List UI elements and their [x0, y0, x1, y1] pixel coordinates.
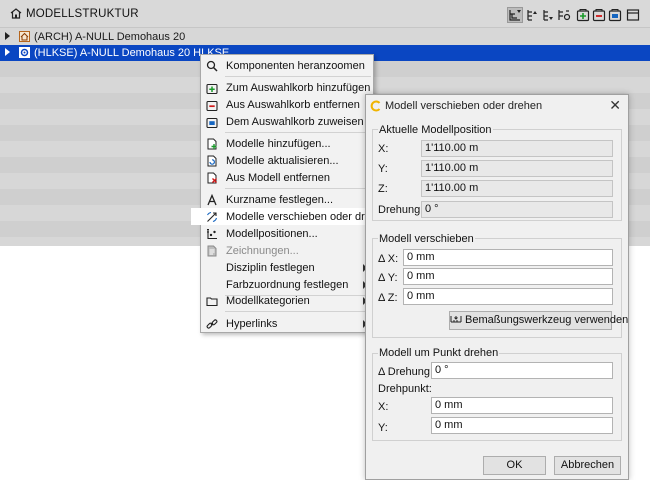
hierarchy-settings-icon[interactable]	[557, 8, 571, 22]
current-position-label: Aktuelle Modellposition	[378, 124, 493, 136]
current-x-field: 1'110.00 m	[421, 140, 613, 157]
dialog-logo-icon	[370, 100, 382, 112]
move-rotate-icon	[206, 211, 218, 223]
current-x-label: X:	[378, 143, 389, 155]
menu-item-basket-assign[interactable]: Dem Auswahlkorb zuweisen	[201, 113, 373, 130]
drawing-icon	[206, 245, 218, 257]
house-icon	[10, 8, 22, 19]
delta-rotation-input[interactable]: 0 °	[431, 362, 613, 379]
model-row-label: (ARCH) A-NULL Demohaus 20	[34, 31, 186, 43]
model-remove-icon	[206, 172, 218, 184]
menu-item-short-name[interactable]: Kurzname festlegen...	[201, 191, 373, 208]
menu-item-hyperlinks[interactable]: Hyperlinks	[201, 315, 373, 332]
current-rotation-label: Drehung:	[378, 204, 424, 216]
delta-y-label: Δ Y:	[378, 272, 398, 284]
menu-item-basket-add[interactable]: Zum Auswahlkorb hinzufügen	[201, 79, 373, 96]
menu-item-basket-remove[interactable]: Aus Auswahlkorb entfernen	[201, 96, 373, 113]
move-rotate-dialog: Modell verschieben oder drehen ✕ Aktuell…	[365, 94, 629, 480]
ok-button[interactable]: OK	[483, 456, 546, 475]
delta-y-input[interactable]: 0 mm	[403, 268, 613, 285]
menu-item-remove-from-model[interactable]: Aus Modell entfernen	[201, 169, 373, 186]
context-menu: Komponenten heranzoomen Zum Auswahlkorb …	[191, 54, 398, 333]
menu-item-model-positions[interactable]: Modellpositionen...	[201, 225, 373, 242]
menu-separator	[225, 188, 371, 189]
current-z-label: Z:	[378, 183, 388, 195]
basket-assign-icon	[206, 116, 218, 128]
basket-add-icon	[206, 82, 218, 94]
basket-remove-icon[interactable]	[592, 8, 606, 22]
menu-item-color-assignment[interactable]: Farbzuordnung festlegen	[201, 276, 373, 293]
rotate-group-label: Modell um Punkt drehen	[378, 347, 500, 359]
gear-model-icon	[19, 47, 30, 58]
menu-item-set-discipline[interactable]: Disziplin festlegen	[201, 259, 373, 276]
current-z-field: 1'110.00 m	[421, 180, 613, 197]
menu-separator	[225, 132, 371, 133]
menu-item-add-models[interactable]: Modelle hinzufügen...	[201, 135, 373, 152]
current-rotation-field: 0 °	[421, 201, 613, 218]
refresh-icon	[206, 155, 218, 167]
pivot-x-input[interactable]: 0 mm	[431, 397, 613, 414]
folder-icon	[206, 295, 218, 307]
menu-item-zoom-components[interactable]: Komponenten heranzoomen	[201, 57, 373, 74]
menu-item-model-categories[interactable]: Modellkategorien	[201, 292, 373, 309]
delta-z-input[interactable]: 0 mm	[403, 288, 613, 305]
delta-z-label: Δ Z:	[378, 292, 398, 304]
pivot-y-label: Y:	[378, 422, 388, 434]
delta-rotation-label: Δ Drehung:	[378, 366, 434, 378]
hierarchy-up-icon[interactable]	[525, 8, 539, 22]
link-icon	[206, 318, 218, 330]
delta-x-label: Δ X:	[378, 253, 399, 265]
move-group-label: Modell verschieben	[378, 233, 475, 245]
pivot-x-label: X:	[378, 401, 389, 413]
pivot-label: Drehpunkt:	[378, 383, 432, 395]
expand-arrow-icon[interactable]	[5, 32, 10, 40]
positions-icon	[206, 228, 218, 240]
model-add-icon	[206, 138, 218, 150]
window-icon[interactable]	[626, 8, 640, 22]
measure-tool-label: Bemaßungswerkzeug verwenden	[465, 314, 629, 326]
house-model-icon	[19, 31, 30, 42]
panel-title: MODELLSTRUKTUR	[26, 8, 139, 20]
search-icon	[206, 60, 218, 72]
dialog-title-bar[interactable]: Modell verschieben oder drehen ✕	[366, 95, 628, 117]
cancel-button[interactable]: Abbrechen	[554, 456, 621, 475]
text-icon	[206, 194, 218, 206]
basket-remove-icon	[206, 99, 218, 111]
hierarchy-down-icon[interactable]	[541, 8, 555, 22]
close-icon[interactable]: ✕	[609, 98, 621, 112]
measure-tool-button[interactable]: Bemaßungswerkzeug verwenden	[449, 311, 628, 330]
menu-separator	[225, 311, 371, 312]
dialog-title: Modell verschieben oder drehen	[385, 100, 543, 112]
menu-item-move-rotate[interactable]: Modelle verschieben oder drehen...	[191, 208, 398, 225]
expand-arrow-icon[interactable]	[5, 48, 10, 56]
current-y-label: Y:	[378, 163, 388, 175]
basket-add-icon[interactable]	[576, 8, 590, 22]
panel-header: MODELLSTRUKTUR	[0, 0, 650, 28]
delta-x-input[interactable]: 0 mm	[403, 249, 613, 266]
menu-item-drawings[interactable]: Zeichnungen...	[201, 242, 373, 259]
menu-item-refresh-models[interactable]: Modelle aktualisieren...	[201, 152, 373, 169]
menu-separator	[225, 76, 371, 77]
basket-assign-icon[interactable]	[608, 8, 622, 22]
measure-icon	[450, 314, 462, 325]
current-y-field: 1'110.00 m	[421, 160, 613, 177]
filter-tree-icon[interactable]	[507, 7, 523, 23]
pivot-y-input[interactable]: 0 mm	[431, 417, 613, 434]
model-row-arch[interactable]: (ARCH) A-NULL Demohaus 20	[0, 29, 650, 45]
